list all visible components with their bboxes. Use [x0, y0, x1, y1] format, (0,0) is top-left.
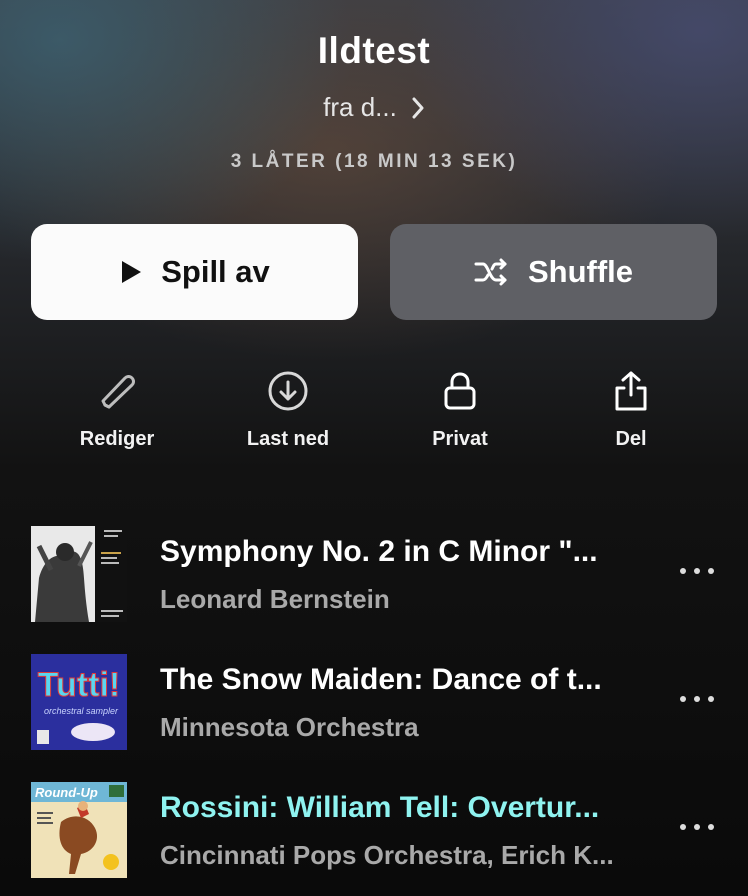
privacy-label: Privat — [432, 428, 488, 450]
owner-link[interactable]: fra d... — [0, 92, 748, 123]
action-row: Rediger Last ned Privat Del — [31, 368, 717, 458]
more-options-icon[interactable] — [678, 694, 716, 704]
shuffle-button[interactable]: Shuffle — [390, 224, 717, 320]
play-label: Spill av — [161, 254, 270, 289]
privacy-action[interactable]: Privat — [400, 368, 520, 451]
download-action[interactable]: Last ned — [228, 368, 348, 451]
edit-label: Rediger — [79, 428, 155, 450]
track-row[interactable]: Symphony No. 2 in C Minor "... Leonard B… — [0, 526, 748, 626]
album-art-title: Round-Up — [35, 785, 98, 800]
share-label: Del — [615, 428, 647, 450]
track-artist: Leonard Bernstein — [160, 584, 390, 614]
play-icon — [122, 261, 142, 283]
lock-icon — [444, 372, 476, 410]
play-button[interactable]: Spill av — [31, 224, 358, 320]
album-art — [31, 526, 127, 622]
track-artist: Cincinnati Pops Orchestra, Erich K... — [160, 840, 614, 870]
pencil-icon — [101, 375, 135, 409]
download-circle-icon — [268, 371, 308, 411]
playlist-meta: 3 LÅTER (18 MIN 13 SEK) — [230, 151, 518, 172]
download-label: Last ned — [246, 428, 330, 450]
track-title: Rossini: William Tell: Overtur... — [160, 791, 600, 824]
track-row-active[interactable]: Round-Up Rossini: William Tell: Overtur.… — [0, 782, 748, 882]
shuffle-label: Shuffle — [527, 254, 634, 289]
track-row[interactable]: Tutti! orchestral sampler The Snow Maide… — [0, 654, 748, 754]
more-options-icon[interactable] — [678, 822, 716, 832]
share-icon — [615, 371, 647, 411]
edit-action[interactable]: Rediger — [57, 368, 177, 451]
track-artist: Minnesota Orchestra — [160, 712, 419, 742]
track-title: Symphony No. 2 in C Minor "... — [160, 535, 598, 568]
owner-label: fra d... — [323, 92, 397, 122]
track-title: The Snow Maiden: Dance of t... — [160, 663, 602, 696]
shuffle-icon — [474, 258, 507, 286]
page-title: Ildtest — [317, 30, 431, 71]
more-options-icon[interactable] — [678, 566, 716, 576]
album-art: Round-Up — [31, 782, 127, 878]
chevron-right-icon — [412, 97, 424, 118]
share-action[interactable]: Del — [571, 368, 691, 451]
album-art-title: Tutti! — [38, 666, 120, 704]
album-art-subtitle: orchestral sampler — [44, 706, 119, 716]
album-art: Tutti! orchestral sampler — [31, 654, 127, 750]
